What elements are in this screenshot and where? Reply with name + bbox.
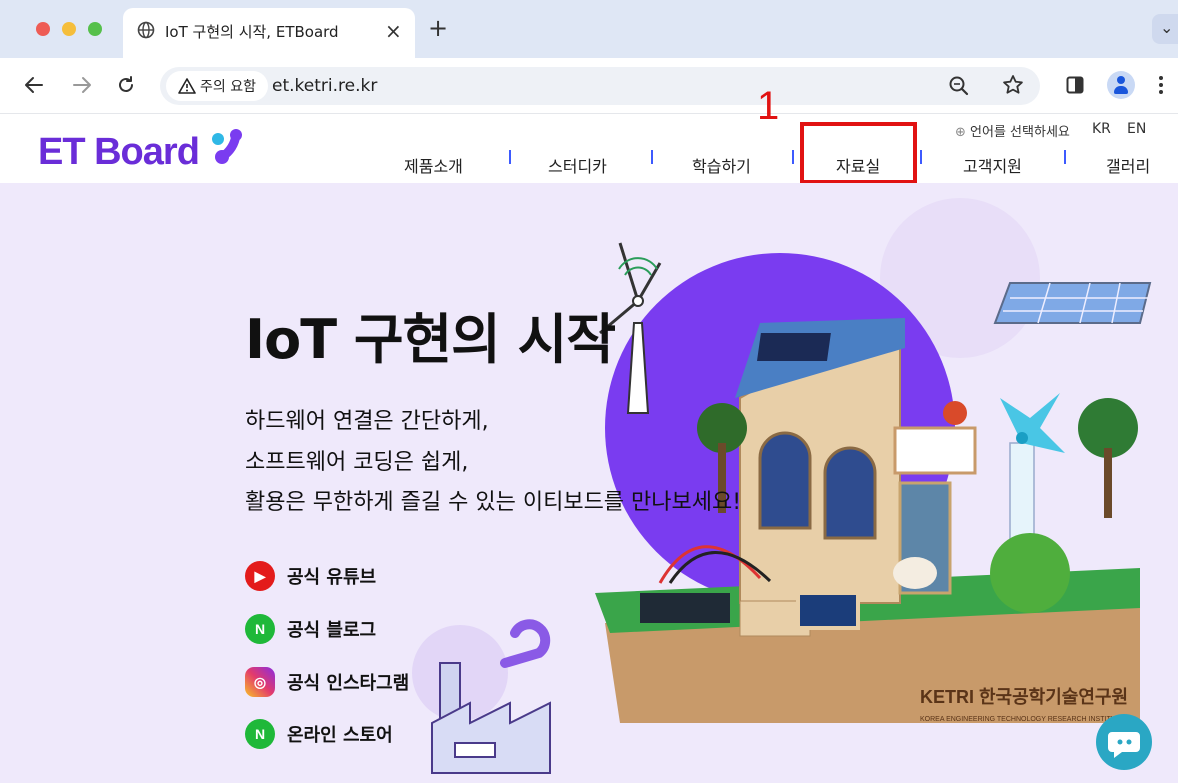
warning-icon [178, 78, 196, 94]
forward-icon[interactable] [72, 76, 92, 94]
security-label: 주의 요함 [200, 79, 256, 95]
ketri-watermark: KETRI 한국공학기술연구원 [920, 686, 1128, 707]
nav-divider [792, 150, 794, 164]
highlight-box [800, 122, 917, 184]
chat-icon [1108, 732, 1140, 758]
step-marker: 1 [757, 84, 780, 128]
hero-illustration: KETRI 한국공학기술연구원 KOREA ENGINEERING TECHNO… [412, 198, 1152, 774]
nav-studycar[interactable]: 스터디카 [548, 153, 607, 177]
site-header: ET Board ⊕ 언어를 선택하세요 KR EN 제품소개 스터디카 학습하… [0, 115, 1178, 183]
nav-learning[interactable]: 학습하기 [692, 153, 751, 177]
back-icon[interactable] [24, 76, 44, 94]
zoom-icon[interactable] [948, 75, 970, 97]
youtube-icon: ▶ [245, 561, 275, 591]
ketri-subtitle: KOREA ENGINEERING TECHNOLOGY RESEARCH IN… [920, 716, 1125, 723]
minimize-window-button[interactable] [62, 22, 76, 36]
security-chip[interactable]: 주의 요함 [166, 71, 268, 101]
new-tab-button[interactable]: + [428, 14, 448, 42]
url-text[interactable]: et.ketri.re.kr [272, 76, 377, 96]
hero-title: IoT 구현의 시작 [245, 308, 616, 371]
hero-line-1: 하드웨어 연결은 간단하게, [245, 409, 489, 434]
browser-toolbar: 주의 요함 et.ketri.re.kr [0, 58, 1178, 114]
address-bar[interactable]: 주의 요함 et.ketri.re.kr [160, 67, 1040, 105]
chevron-down-icon: ⌄ [1160, 18, 1174, 37]
hero-section: KETRI 한국공학기술연구원 KOREA ENGINEERING TECHNO… [0, 183, 1178, 783]
instagram-link[interactable]: ◎ 공식 인스타그램 [245, 667, 409, 697]
nav-support[interactable]: 고객지원 [963, 153, 1022, 177]
browser-tab-bar: IoT 구현의 시작, ETBoard × + ⌄ [0, 0, 1178, 58]
close-window-button[interactable] [36, 22, 50, 36]
nav-divider [651, 150, 653, 164]
browser-tab-active[interactable]: IoT 구현의 시작, ETBoard × [123, 8, 415, 58]
tab-search-button[interactable]: ⌄ [1152, 14, 1178, 44]
store-link[interactable]: N 온라인 스토어 [245, 719, 393, 749]
close-tab-icon[interactable]: × [385, 19, 402, 43]
globe-icon: ⊕ [955, 125, 966, 140]
nav-divider [920, 150, 922, 164]
nav-gallery[interactable]: 갤러리 [1106, 153, 1150, 177]
etboard-logo[interactable]: ET Board [38, 131, 200, 174]
naver-icon: N [245, 614, 275, 644]
youtube-link[interactable]: ▶ 공식 유튜브 [245, 561, 376, 591]
reload-icon[interactable] [116, 75, 136, 95]
sidepanel-icon[interactable] [1066, 76, 1084, 94]
blog-label: 공식 블로그 [287, 620, 377, 641]
hero-line-3: 활용은 무한하게 즐길 수 있는 이티보드를 만나보세요! [245, 490, 742, 515]
store-label: 온라인 스토어 [287, 725, 393, 746]
logo-mark-icon [212, 129, 242, 164]
naver-icon: N [245, 719, 275, 749]
blog-link[interactable]: N 공식 블로그 [245, 614, 376, 644]
tab-title: IoT 구현의 시작, ETBoard [165, 23, 339, 41]
language-select-label: 언어를 선택하세요 [970, 125, 1070, 140]
lang-kr-link[interactable]: KR [1092, 121, 1111, 137]
youtube-label: 공식 유튜브 [287, 567, 377, 588]
menu-icon[interactable] [1158, 74, 1164, 96]
profile-icon[interactable] [1107, 71, 1135, 99]
hero-line-2: 소프트웨어 코딩은 쉽게, [245, 450, 469, 475]
globe-icon [137, 21, 155, 39]
maximize-window-button[interactable] [88, 22, 102, 36]
solar-panel-icon [993, 282, 1152, 324]
nav-products[interactable]: 제품소개 [404, 153, 463, 177]
lang-en-link[interactable]: EN [1127, 121, 1146, 137]
nav-divider [509, 150, 511, 164]
nav-divider [1064, 150, 1066, 164]
language-select[interactable]: ⊕ 언어를 선택하세요 [955, 121, 1070, 140]
instagram-label: 공식 인스타그램 [287, 673, 410, 694]
instagram-icon: ◎ [245, 667, 275, 697]
chat-button[interactable] [1096, 714, 1152, 770]
star-icon[interactable] [1002, 74, 1024, 96]
